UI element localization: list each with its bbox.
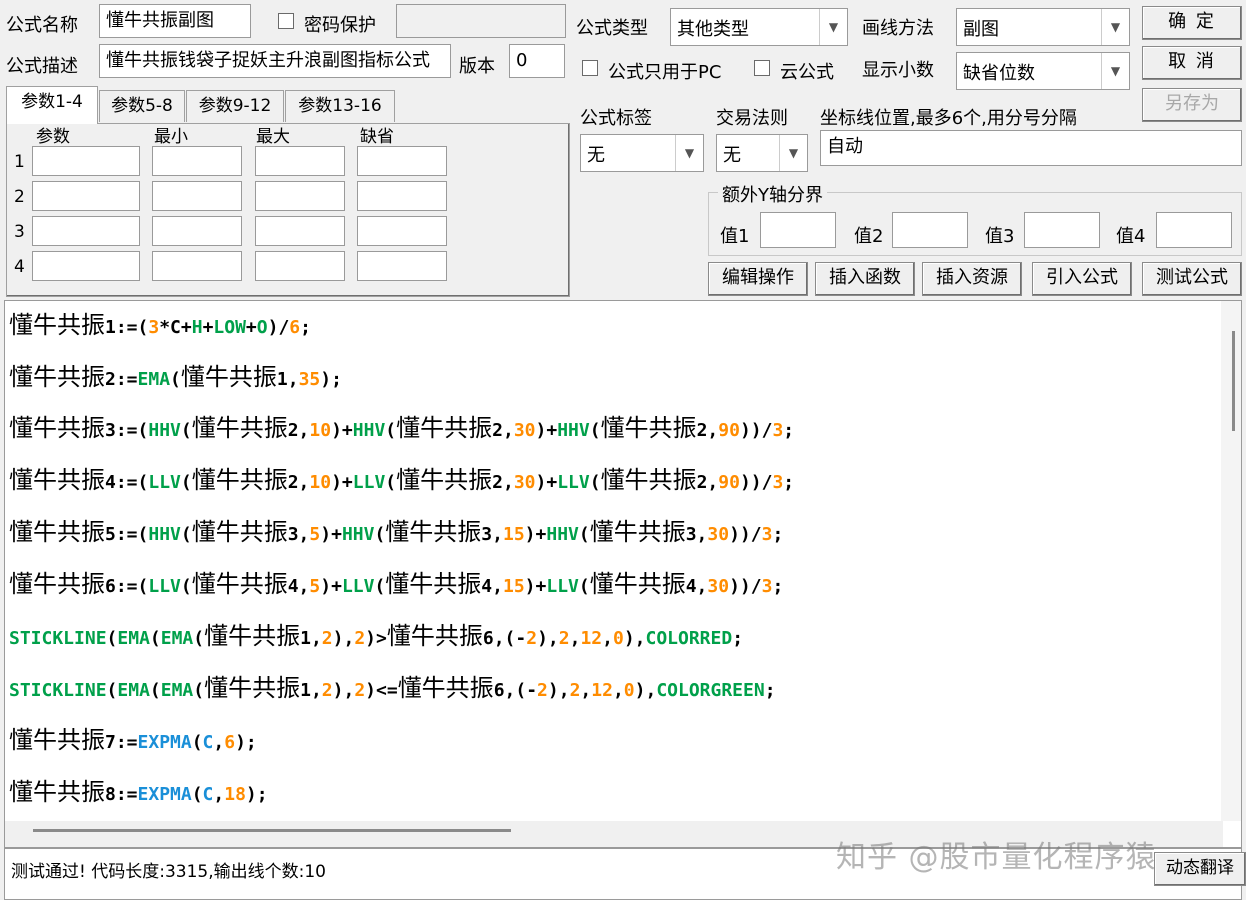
formula-type-label: 公式类型 [576,18,648,39]
param-2-name[interactable] [32,181,140,211]
trade-rule-select[interactable]: 无 ▼ [716,134,808,172]
formula-desc-label: 公式描述 [6,56,78,77]
code-line-8: STICKLINE(EMA(EMA(懂牛共振1,2),2)<=懂牛共振6,(-2… [9,674,776,702]
y-value-1-input[interactable] [760,212,836,248]
param-1-default[interactable] [357,146,447,176]
decimals-value: 缺省位数 [963,63,1035,84]
coord-line-input[interactable]: 自动 [820,130,1242,166]
param-1-max[interactable] [255,146,345,176]
formula-type-value: 其他类型 [677,19,749,40]
ok-button[interactable]: 确 定 [1142,6,1242,40]
password-label: 密码保护 [304,15,376,36]
password-checkbox[interactable] [278,13,294,29]
trade-rule-label: 交易法则 [716,108,788,129]
vertical-scrollbar[interactable] [1221,301,1241,821]
chevron-down-icon[interactable]: ▼ [1101,9,1129,45]
param-3-default[interactable] [357,216,447,246]
extra-y-axis-label: 额外Y轴分界 [718,181,827,207]
code-line-2: 懂牛共振2:=EMA(懂牛共振1,35); [9,363,342,391]
code-line-6: 懂牛共振6:=(LLV(懂牛共振4,5)+LLV(懂牛共振4,15)+LLV(懂… [9,570,784,598]
pc-only-checkbox[interactable] [582,60,598,76]
param-2-default[interactable] [357,181,447,211]
param-3-min[interactable] [152,216,242,246]
save-as-button: 另存为 [1142,88,1242,122]
param-header-max: 最大 [256,127,290,147]
y-value-4-label: 值4 [1116,226,1146,247]
param-1-name[interactable] [32,146,140,176]
horizontal-scroll-thumb[interactable] [33,829,511,832]
import-formula-button[interactable]: 引入公式 [1032,262,1132,296]
test-formula-button[interactable]: 测试公式 [1142,262,1242,296]
param-header-name: 参数 [36,127,70,147]
y-value-3-input[interactable] [1024,212,1100,248]
y-value-1-label: 值1 [720,226,750,247]
draw-method-value: 副图 [963,19,999,40]
watermark: 知乎 @股市量化程序猿 [836,840,1157,875]
formula-tag-label: 公式标签 [580,108,652,129]
status-text: 测试通过! 代码长度:3315,输出线个数:10 [11,862,326,882]
cancel-button[interactable]: 取 消 [1142,46,1242,80]
draw-method-label: 画线方法 [862,18,934,39]
y-value-2-input[interactable] [892,212,968,248]
param-row-label: 1 [14,152,25,172]
param-row-label: 2 [14,187,25,207]
draw-method-select[interactable]: 副图 ▼ [956,8,1130,46]
chevron-down-icon[interactable]: ▼ [779,135,807,171]
password-input [396,4,566,38]
formula-name-label: 公式名称 [6,15,78,36]
tab-params-9-12[interactable]: 参数9-12 [186,90,284,122]
formula-name-input[interactable]: 懂牛共振副图 [99,4,251,38]
insert-resource-button[interactable]: 插入资源 [922,262,1022,296]
cloud-label: 云公式 [780,62,834,83]
formula-tag-select[interactable]: 无 ▼ [580,134,704,172]
code-line-9: 懂牛共振7:=EXPMA(C,6); [9,726,257,754]
chevron-down-icon[interactable]: ▼ [819,9,847,45]
formula-tag-value: 无 [587,145,605,166]
param-4-name[interactable] [32,251,140,281]
dynamic-translate-button[interactable]: 动态翻译 [1154,852,1246,886]
code-line-7: STICKLINE(EMA(EMA(懂牛共振1,2),2)>懂牛共振6,(-2)… [9,622,744,650]
param-4-default[interactable] [357,251,447,281]
code-line-3: 懂牛共振3:=(HHV(懂牛共振2,10)+HHV(懂牛共振2,30)+HHV(… [9,414,795,442]
code-line-1: 懂牛共振1:=(3*C+H+LOW+O)/6; [9,311,311,339]
tab-params-13-16[interactable]: 参数13-16 [285,90,395,122]
code-line-10: 懂牛共振8:=EXPMA(C,18); [9,778,268,806]
param-4-min[interactable] [152,251,242,281]
param-1-min[interactable] [152,146,242,176]
formula-desc-input[interactable]: 懂牛共振钱袋子捉妖主升浪副图指标公式 [99,44,451,78]
chevron-down-icon[interactable]: ▼ [675,135,703,171]
y-value-3-label: 值3 [985,226,1015,247]
cloud-checkbox[interactable] [754,60,770,76]
param-header-default: 缺省 [360,127,394,147]
tab-params-5-8[interactable]: 参数5-8 [99,90,185,122]
param-2-max[interactable] [255,181,345,211]
param-row-label: 3 [14,222,25,242]
edit-ops-button[interactable]: 编辑操作 [708,262,808,296]
code-line-4: 懂牛共振4:=(LLV(懂牛共振2,10)+LLV(懂牛共振2,30)+LLV(… [9,466,795,494]
y-value-2-label: 值2 [854,226,884,247]
param-2-min[interactable] [152,181,242,211]
version-input[interactable]: 0 [509,44,565,78]
pc-only-label: 公式只用于PC [608,62,722,83]
decimals-select[interactable]: 缺省位数 ▼ [956,52,1130,90]
decimals-label: 显示小数 [862,60,934,81]
param-4-max[interactable] [255,251,345,281]
code-editor[interactable]: 懂牛共振1:=(3*C+H+LOW+O)/6; 懂牛共振2:=EMA(懂牛共振1… [4,300,1242,848]
param-row-label: 4 [14,257,25,277]
y-value-4-input[interactable] [1156,212,1232,248]
param-header-min: 最小 [154,127,188,147]
insert-function-button[interactable]: 插入函数 [815,262,915,296]
chevron-down-icon[interactable]: ▼ [1101,53,1129,89]
coord-line-label: 坐标线位置,最多6个,用分号分隔 [820,108,1077,129]
vertical-scroll-thumb[interactable] [1232,331,1235,431]
version-label: 版本 [459,56,495,77]
tab-params-1-4[interactable]: 参数1-4 [6,86,98,124]
code-line-5: 懂牛共振5:=(HHV(懂牛共振3,5)+HHV(懂牛共振3,15)+HHV(懂… [9,518,784,546]
param-3-max[interactable] [255,216,345,246]
formula-type-select[interactable]: 其他类型 ▼ [670,8,848,46]
trade-rule-value: 无 [723,145,741,166]
param-3-name[interactable] [32,216,140,246]
